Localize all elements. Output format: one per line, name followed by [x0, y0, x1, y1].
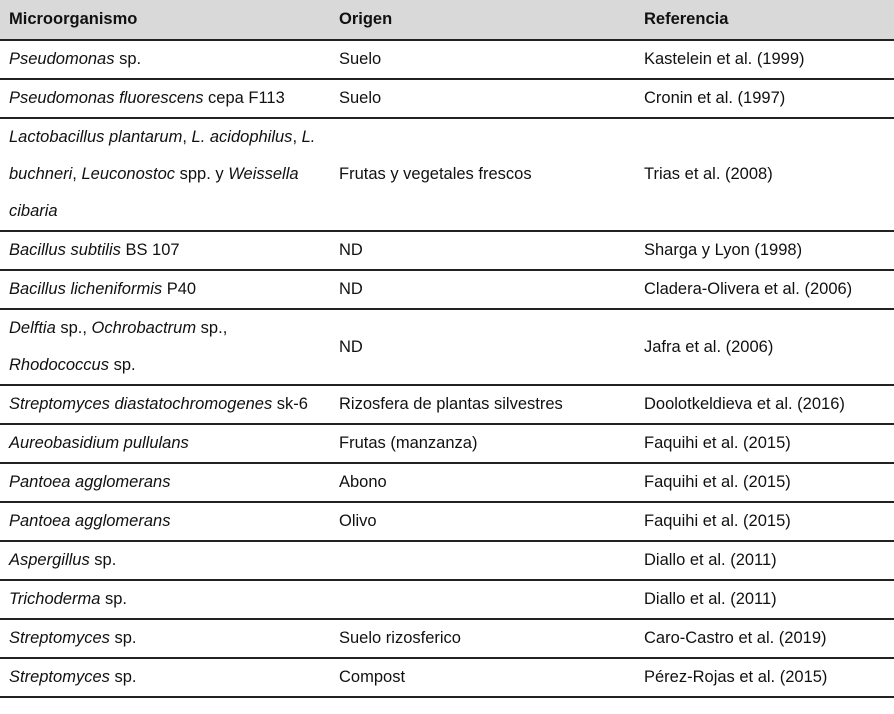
organism-name: Trichoderma — [9, 590, 101, 608]
cell-microorganismo: Pseudomonas fluorescens cepa F113 — [0, 79, 330, 119]
table-row: Bacillus licheniformis P40 ND Cladera-Oliv… — [0, 270, 894, 310]
cell-referencia: Faquihi et al. (2015) — [635, 424, 894, 464]
microorganism-table: Microorganismo Origen Referencia Pseudom… — [0, 0, 894, 698]
organism-text: sp. — [108, 356, 136, 374]
table-row: Pantoea agglomerans Abono Faquihi et al. (… — [0, 463, 894, 503]
cell-origen: Frutas (manzanza) — [330, 424, 635, 464]
cell-origen: Abono — [330, 463, 635, 503]
table-row: Streptomyces sp. Compost Pérez-Rojas et al… — [0, 658, 894, 698]
cell-origen: Suelo — [330, 40, 635, 80]
cell-referencia: Doolotkeldieva et al. (2016) — [635, 385, 894, 425]
cell-origen: ND — [330, 309, 635, 386]
table-row: Lactobacillus plantarum, L. acidophilus,… — [0, 118, 894, 232]
table-row: Pseudomonas fluorescens cepa F113 Suelo Cr… — [0, 79, 894, 119]
cell-microorganismo: Streptomyces sp. — [0, 619, 330, 659]
cell-origen: ND — [330, 231, 635, 271]
cell-referencia: Diallo et al. (2011) — [635, 541, 894, 581]
cell-origen: Olivo — [330, 502, 635, 542]
table-row: Pseudomonas sp. Suelo Kastelein et al. (19… — [0, 40, 894, 80]
cell-referencia: Faquihi et al. (2015) — [635, 502, 894, 542]
cell-origen: ND — [330, 270, 635, 310]
table-row: Pantoea agglomerans Olivo Faquihi et al. (… — [0, 502, 894, 542]
cell-referencia: Jafra et al. (2006) — [635, 309, 894, 386]
cell-microorganismo: Trichoderma sp. — [0, 580, 330, 620]
table-row: Aspergillus sp. Diallo et al. (2011) — [0, 541, 894, 581]
header-microorganismo: Microorganismo — [0, 0, 330, 41]
organism-name: L. acidophilus — [191, 128, 293, 146]
cell-microorganismo: Delftia sp., Ochrobactrum sp., Rhodococc… — [0, 309, 330, 386]
cell-origen: Compost — [330, 658, 635, 698]
table-body: Pseudomonas sp. Suelo Kastelein et al. (19… — [0, 40, 894, 698]
organism-name: Streptomyces — [9, 629, 110, 647]
cell-referencia: Kastelein et al. (1999) — [635, 40, 894, 80]
cell-referencia: Trias et al. (2008) — [635, 118, 894, 232]
table-row: Streptomyces diastatochromogenes sk-6 Riz… — [0, 385, 894, 425]
cell-origen: Suelo — [330, 79, 635, 119]
organism-name: Streptomyces — [9, 668, 110, 686]
organism-text: BS 107 — [120, 241, 180, 259]
table-row: Trichoderma sp. Diallo et al. (2011) — [0, 580, 894, 620]
organism-name: Bacillus licheniformis — [9, 280, 163, 298]
cell-microorganismo: Streptomyces sp. — [0, 658, 330, 698]
organism-text: sk-6 — [272, 395, 308, 413]
cell-origen: Frutas y vegetales frescos — [330, 118, 635, 232]
organism-text: sp. — [109, 629, 137, 647]
organism-name: Ochrobactrum — [91, 319, 197, 337]
organism-text: sp. — [100, 590, 127, 608]
organism-text: sp. — [109, 668, 137, 686]
cell-microorganismo: Bacillus subtilis BS 107 — [0, 231, 330, 271]
organism-name: Lactobacillus plantarum — [9, 128, 183, 146]
cell-origen — [330, 541, 635, 581]
organism-name: Leuconostoc — [81, 165, 176, 183]
organism-name: Delftia — [9, 319, 56, 337]
cell-origen — [330, 580, 635, 620]
organism-text: spp. y — [175, 165, 229, 183]
cell-microorganismo: Pantoea agglomerans — [0, 502, 330, 542]
cell-microorganismo: Aureobasidium pullulans — [0, 424, 330, 464]
header-row: Microorganismo Origen Referencia — [0, 0, 894, 41]
cell-microorganismo: Streptomyces diastatochromogenes sk-6 — [0, 385, 330, 425]
organism-name: Aspergillus — [9, 551, 90, 569]
organism-text: , — [182, 128, 192, 146]
header-referencia: Referencia — [635, 0, 894, 41]
organism-name: Bacillus subtilis — [9, 241, 121, 259]
organism-name: Pseudomonas fluorescens — [9, 89, 204, 107]
table-row: Delftia sp., Ochrobactrum sp., Rhodococc… — [0, 309, 894, 386]
table-row: Aureobasidium pullulans Frutas (manzanza)… — [0, 424, 894, 464]
organism-name: Rhodococcus — [9, 356, 109, 374]
cell-microorganismo: Pantoea agglomerans — [0, 463, 330, 503]
table-row: Streptomyces sp. Suelo rizosferico Caro-Ca… — [0, 619, 894, 659]
header-origen: Origen — [330, 0, 635, 41]
cell-microorganismo: Lactobacillus plantarum, L. acidophilus,… — [0, 118, 330, 232]
cell-microorganismo: Aspergillus sp. — [0, 541, 330, 581]
organism-text: , — [292, 128, 302, 146]
cell-microorganismo: Pseudomonas sp. — [0, 40, 330, 80]
cell-referencia: Faquihi et al. (2015) — [635, 463, 894, 503]
cell-origen: Suelo rizosferico — [330, 619, 635, 659]
cell-referencia: Cronin et al. (1997) — [635, 79, 894, 119]
organism-text: sp. — [114, 50, 142, 68]
cell-referencia: Sharga y Lyon (1998) — [635, 231, 894, 271]
cell-origen: Rizosfera de plantas silvestres — [330, 385, 635, 425]
organism-text: sp., — [196, 319, 228, 337]
organism-name: Aureobasidium pullulans — [9, 434, 189, 452]
cell-referencia: Caro-Castro et al. (2019) — [635, 619, 894, 659]
organism-name: Streptomyces diastatochromogenes — [9, 395, 273, 413]
cell-referencia: Cladera-Olivera et al. (2006) — [635, 270, 894, 310]
table-header: Microorganismo Origen Referencia — [0, 0, 894, 41]
organism-text: P40 — [162, 280, 197, 298]
organism-name: Pantoea agglomerans — [9, 512, 171, 530]
organism-name: Pseudomonas — [9, 50, 115, 68]
cell-referencia: Diallo et al. (2011) — [635, 580, 894, 620]
organism-text: sp. — [89, 551, 117, 569]
organism-text: cepa F113 — [203, 89, 285, 107]
organism-text: sp., — [55, 319, 92, 337]
cell-microorganismo: Bacillus licheniformis P40 — [0, 270, 330, 310]
cell-referencia: Pérez-Rojas et al. (2015) — [635, 658, 894, 698]
organism-name: Pantoea agglomerans — [9, 473, 171, 491]
table-row: Bacillus subtilis BS 107 ND Sharga y Lyon … — [0, 231, 894, 271]
